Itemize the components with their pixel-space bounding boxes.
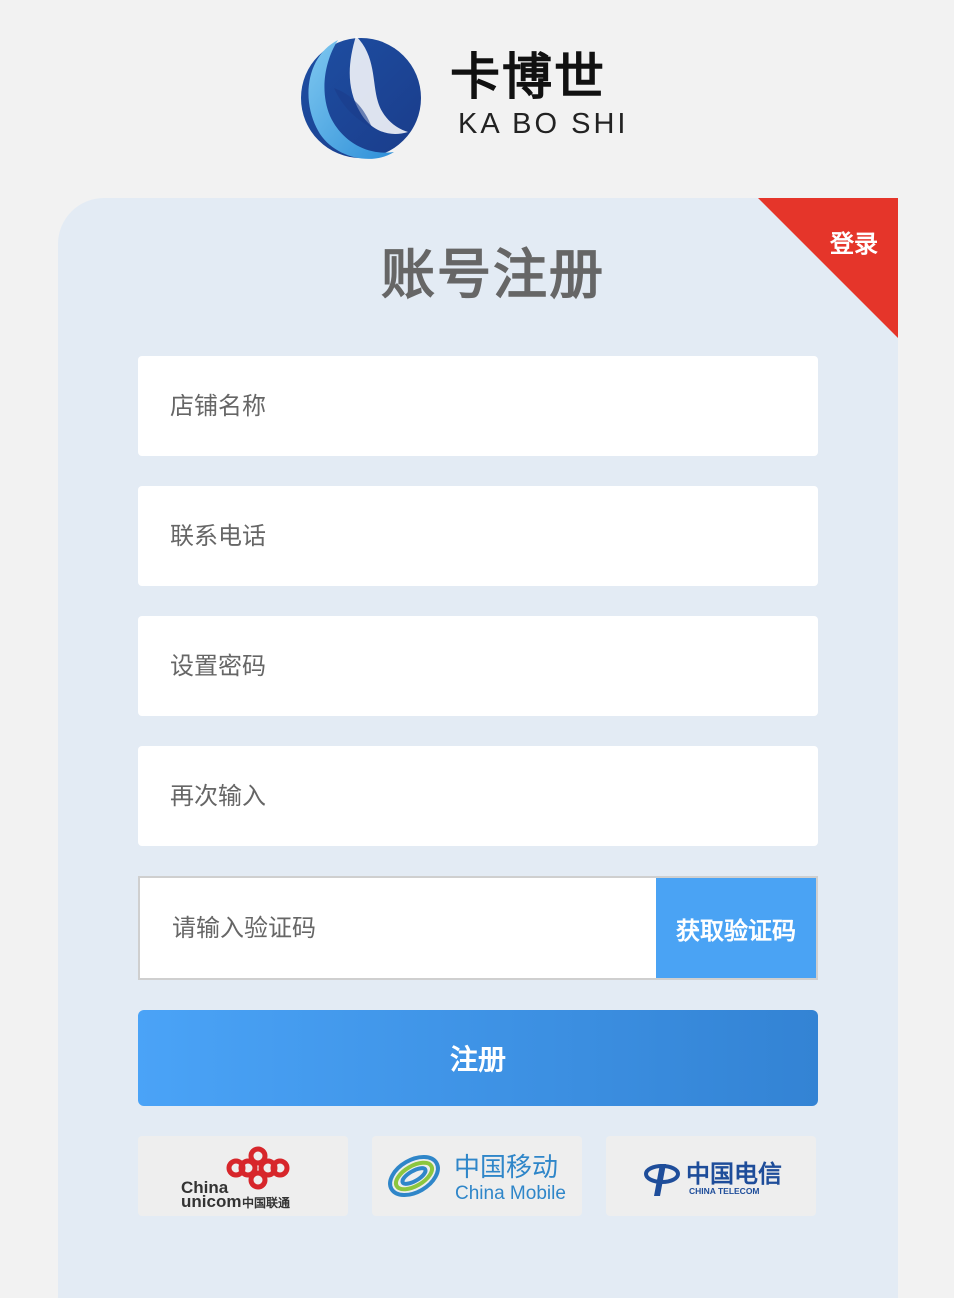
carrier-mobile: 中国移动 China Mobile [372, 1136, 582, 1216]
verification-code-input[interactable] [140, 878, 656, 978]
carrier-telecom: 中国电信 CHINA TELECOM [606, 1136, 816, 1216]
china-unicom-logo-icon: China unicom 中国联通 [181, 1146, 290, 1211]
store-name-field [138, 356, 818, 456]
password-input[interactable] [138, 616, 818, 716]
confirm-password-input[interactable] [138, 746, 818, 846]
mobile-cn: 中国移动 [454, 1153, 558, 1183]
china-mobile-logo-icon: 中国移动 China Mobile [388, 1153, 566, 1204]
store-name-input[interactable] [138, 356, 818, 456]
verification-code-row: 获取验证码 [138, 876, 818, 980]
unicom-en2: unicom [181, 1192, 241, 1211]
phone-field [138, 486, 818, 586]
telecom-cn: 中国电信 [686, 1159, 782, 1188]
carrier-unicom: China unicom 中国联通 [138, 1136, 348, 1216]
password-field [138, 616, 818, 716]
page-title: 账号注册 [381, 243, 605, 306]
kaboshi-logo-icon [301, 36, 421, 159]
telecom-en: CHINA TELECOM [689, 1186, 760, 1196]
get-code-button[interactable]: 获取验证码 [656, 878, 816, 978]
brand-name-en: KA BO SHI [458, 108, 629, 140]
register-card: 登录 账号注册 获取验证码 注册 China unicom 中国 [58, 198, 898, 1298]
confirm-password-field [138, 746, 818, 846]
brand-name-cn: 卡博世 [450, 47, 606, 106]
phone-input[interactable] [138, 486, 818, 586]
mobile-en: China Mobile [455, 1183, 566, 1204]
register-button[interactable]: 注册 [138, 1010, 818, 1106]
brand-logo: 卡博世 KA BO SHI [298, 32, 658, 168]
china-telecom-logo-icon: 中国电信 CHINA TELECOM [644, 1159, 782, 1196]
unicom-cn: 中国联通 [242, 1195, 290, 1210]
